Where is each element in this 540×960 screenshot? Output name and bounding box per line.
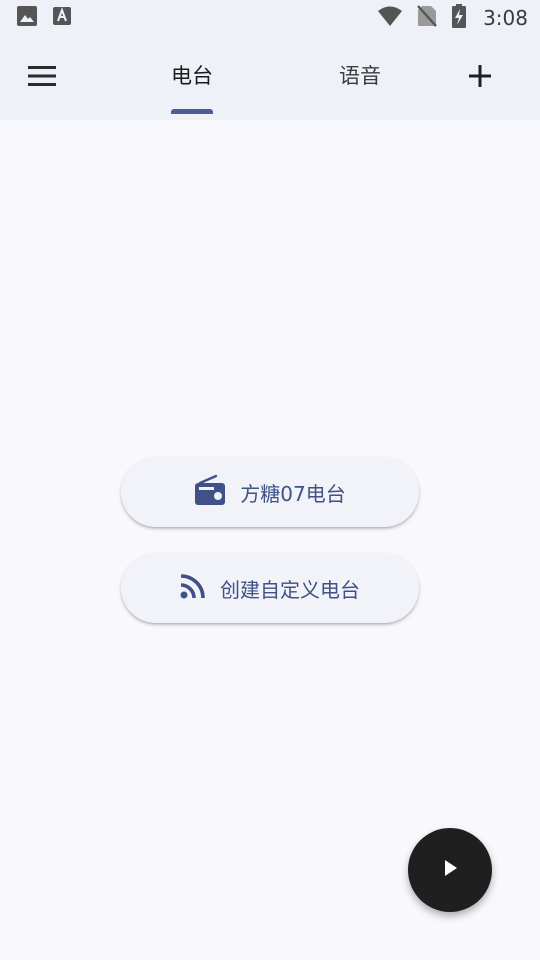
fangtang-radio-label: 方糖07电台 <box>240 481 346 506</box>
play-icon <box>439 857 461 883</box>
image-icon <box>16 5 38 31</box>
create-custom-radio-label: 创建自定义电台 <box>220 577 360 602</box>
status-time: 3:08 <box>483 6 528 30</box>
no-sim-icon <box>417 5 437 31</box>
menu-icon <box>28 65 56 91</box>
add-icon <box>468 64 492 92</box>
wifi-icon <box>377 5 403 31</box>
radio-icon <box>194 474 226 511</box>
tab-indicator <box>171 109 213 114</box>
status-bar-right: 3:08 <box>377 4 528 32</box>
add-button[interactable] <box>460 58 500 98</box>
tab-voice[interactable]: 语音 <box>318 60 402 114</box>
menu-button[interactable] <box>22 58 62 98</box>
rss-icon <box>180 573 206 604</box>
tab-radio[interactable]: 电台 <box>150 60 234 114</box>
tab-voice-label: 语音 <box>339 64 381 88</box>
create-custom-radio-button[interactable]: 创建自定义电台 <box>121 553 419 623</box>
status-bar-left <box>16 5 72 31</box>
font-icon <box>52 6 72 30</box>
battery-charging-icon <box>451 4 467 32</box>
status-bar: 3:08 <box>0 0 540 36</box>
play-fab[interactable] <box>408 828 492 912</box>
tab-radio-label: 电台 <box>171 64 213 88</box>
fangtang-radio-button[interactable]: 方糖07电台 <box>121 457 419 527</box>
app-bar: 电台 语音 <box>0 36 540 120</box>
